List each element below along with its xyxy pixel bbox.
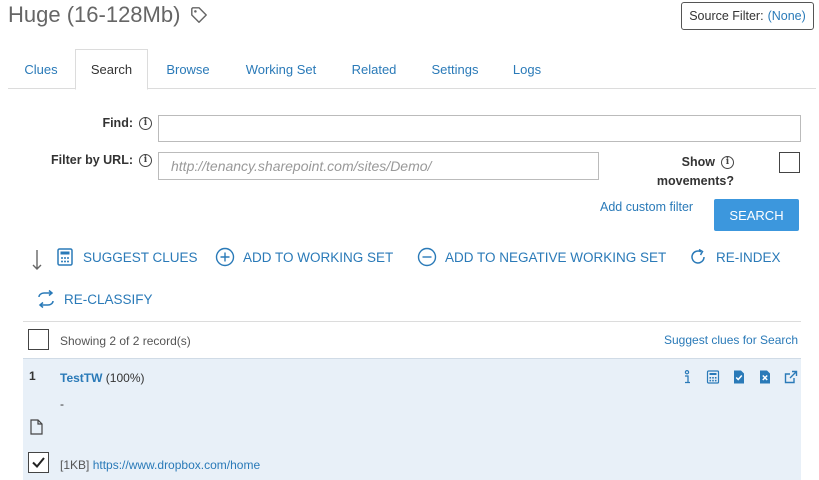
tab-search[interactable]: Search (75, 49, 148, 90)
movements-label-2: movements? (656, 174, 734, 188)
info-icon[interactable]: i (721, 156, 734, 170)
divider (23, 321, 801, 322)
record-url-link[interactable]: https://www.dropbox.com/home (93, 458, 260, 472)
info-icon[interactable]: i (139, 117, 152, 131)
suggest-clues-button[interactable]: SUGGEST CLUES (55, 247, 198, 267)
find-label-row: Find: i (60, 116, 152, 131)
movements-label-1: Show (681, 155, 715, 169)
reindex-label: RE-INDEX (716, 249, 781, 265)
record-dash: - (60, 397, 64, 411)
add-to-working-set-button[interactable]: ADD TO WORKING SET (215, 247, 393, 267)
record-index: 1 (29, 369, 36, 383)
tab-settings[interactable]: Settings (421, 49, 489, 89)
add-to-working-set-label: ADD TO WORKING SET (243, 249, 394, 265)
record-score: (100%) (105, 371, 145, 385)
add-to-negative-working-set-button[interactable]: ADD TO NEGATIVE WORKING SET (417, 247, 666, 267)
source-filter-value: (None) (767, 9, 806, 23)
url-filter-input[interactable]: http://tenancy.sharepoint.com/sites/Demo… (158, 152, 599, 180)
page-title: Huge (16-128Mb) (8, 2, 208, 28)
movements-label: Show i movements? (640, 153, 734, 191)
source-filter-button[interactable]: Source Filter: (None) (681, 2, 814, 30)
tab-working-set[interactable]: Working Set (234, 49, 328, 89)
page-title-text: Huge (16-128Mb) (8, 2, 181, 27)
info-person-icon[interactable] (680, 370, 694, 384)
record-url-row: [1KB] https://www.dropbox.com/home (60, 458, 260, 472)
record-title: TestTW (100%) (60, 371, 144, 385)
select-all-checkbox[interactable] (28, 329, 49, 350)
record-checkbox[interactable] (28, 452, 49, 473)
url-label-row: Filter by URL: i (20, 153, 152, 168)
reindex-button[interactable]: RE-INDEX (688, 247, 781, 267)
find-input[interactable] (158, 115, 801, 142)
record-actions (680, 370, 798, 384)
source-filter-label: Source Filter: (689, 9, 764, 23)
add-custom-filter-link[interactable]: Add custom filter (600, 200, 693, 214)
suggest-clues-label: SUGGEST CLUES (83, 249, 198, 265)
cycle-icon (38, 289, 54, 309)
sort-icon[interactable] (30, 249, 44, 276)
external-link-icon[interactable] (784, 370, 798, 384)
calculator-icon (57, 248, 73, 266)
suggest-clues-for-search-link[interactable]: Suggest clues for Search (664, 333, 798, 347)
calculator-icon[interactable] (706, 370, 720, 384)
tab-clues[interactable]: Clues (10, 49, 72, 89)
refresh-icon (691, 248, 705, 264)
info-icon[interactable]: i (139, 154, 152, 168)
tab-browse[interactable]: Browse (154, 49, 222, 89)
record-size: [1KB] (60, 458, 90, 472)
tag-icon[interactable] (190, 6, 208, 24)
find-label: Find: (102, 116, 133, 130)
url-label: Filter by URL: (51, 153, 133, 167)
reclassify-label: RE-CLASSIFY (64, 291, 153, 307)
record-name-link[interactable]: TestTW (60, 371, 102, 385)
tab-bar: Clues Search Browse Working Set Related … (8, 49, 816, 90)
showing-count: Showing 2 of 2 record(s) (60, 334, 191, 348)
show-movements-checkbox[interactable] (779, 152, 800, 173)
tab-related[interactable]: Related (341, 49, 407, 89)
file-remove-icon[interactable] (758, 370, 772, 384)
checkmark-icon (32, 457, 45, 468)
add-to-negative-label: ADD TO NEGATIVE WORKING SET (445, 249, 667, 265)
document-icon (30, 419, 43, 440)
reclassify-button[interactable]: RE-CLASSIFY (36, 289, 153, 309)
tab-logs[interactable]: Logs (503, 49, 551, 89)
file-check-icon[interactable] (732, 370, 746, 384)
search-button[interactable]: SEARCH (714, 199, 799, 231)
plus-circle-icon (215, 247, 235, 267)
minus-circle-icon (417, 247, 437, 267)
